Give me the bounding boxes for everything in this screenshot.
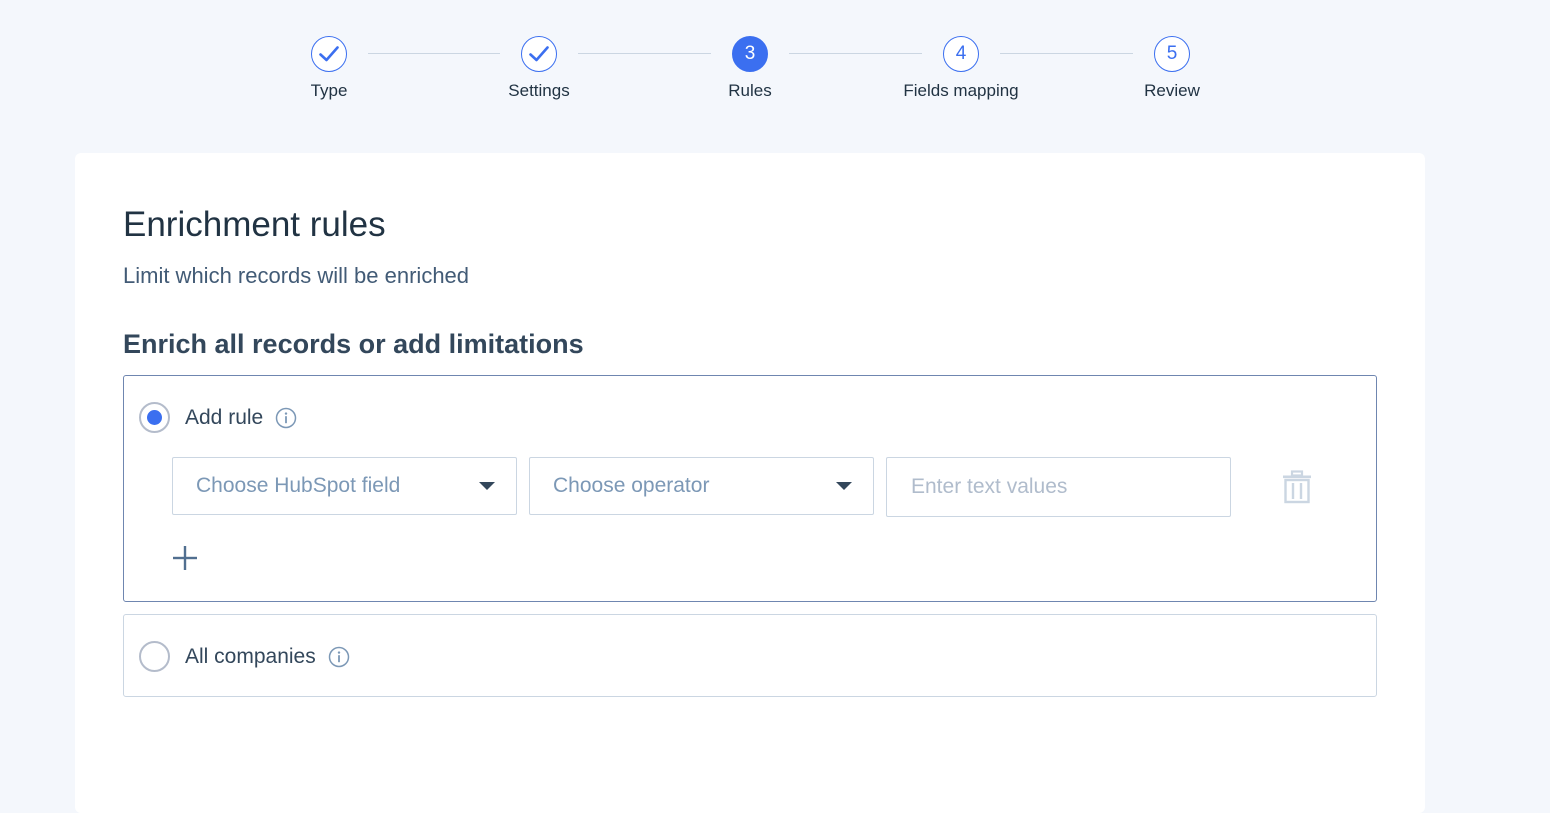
all-companies-radio[interactable]: [139, 641, 170, 672]
step-number: 4: [943, 36, 979, 72]
step-label: Rules: [728, 81, 772, 100]
info-icon[interactable]: [275, 407, 297, 429]
step-number: 5: [1154, 36, 1190, 72]
hubspot-field-placeholder: Choose HubSpot field: [196, 474, 401, 497]
page-subtitle: Limit which records will be enriched: [123, 263, 470, 288]
step-settings[interactable]: Settings: [469, 36, 609, 101]
page-title: Enrichment rules: [123, 205, 386, 244]
wizard-stepper: Type Settings 3 Rules 4 Fields mapping 5…: [0, 0, 1550, 140]
step-label: Settings: [508, 81, 570, 100]
step-fields-mapping[interactable]: 4 Fields mapping: [891, 36, 1031, 101]
operator-select[interactable]: Choose operator: [529, 457, 874, 515]
step-completed-indicator: [311, 36, 347, 72]
step-rules[interactable]: 3 Rules: [680, 36, 820, 101]
info-icon[interactable]: [328, 646, 350, 668]
chevron-down-icon: [836, 482, 852, 490]
check-icon: [529, 46, 549, 62]
step-number: 3: [732, 36, 768, 72]
step-type[interactable]: Type: [259, 36, 399, 101]
all-companies-option: All companies: [123, 614, 1377, 697]
radio-selected-dot: [147, 410, 162, 425]
add-rule-label: Add rule: [185, 405, 264, 429]
chevron-down-icon: [479, 482, 495, 490]
text-values-input[interactable]: [886, 457, 1231, 517]
all-companies-label: All companies: [185, 644, 316, 668]
add-rule-radio[interactable]: [139, 402, 170, 433]
section-title: Enrich all records or add limitations: [123, 329, 584, 359]
step-review[interactable]: 5 Review: [1102, 36, 1242, 101]
step-label: Type: [310, 81, 348, 100]
trash-icon[interactable]: [1282, 470, 1312, 504]
enrichment-rules-card: Enrichment rules Limit which records wil…: [75, 153, 1425, 813]
step-label: Fields mapping: [903, 81, 1019, 100]
step-completed-indicator: [521, 36, 557, 72]
check-icon: [319, 46, 339, 62]
step-label: Review: [1144, 81, 1200, 100]
add-rule-option: Add rule Choose HubSpot field Choose ope…: [123, 375, 1377, 602]
operator-placeholder: Choose operator: [553, 474, 710, 497]
hubspot-field-select[interactable]: Choose HubSpot field: [172, 457, 517, 515]
plus-icon[interactable]: [171, 544, 199, 572]
add-rule-radio-row[interactable]: Add rule: [139, 402, 297, 433]
all-companies-radio-row[interactable]: All companies: [139, 641, 350, 672]
